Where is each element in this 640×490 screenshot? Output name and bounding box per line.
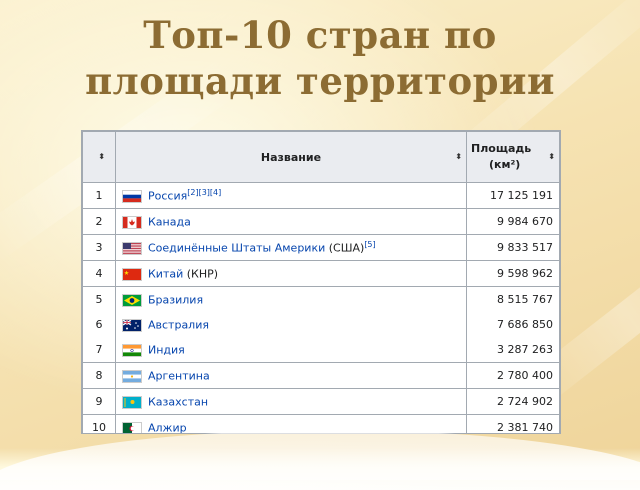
table-row: 7 Индия 3 287 263	[82, 337, 560, 363]
sort-icon[interactable]: ⬍	[548, 152, 555, 161]
name-cell: Индия	[115, 337, 467, 363]
table-row: 6 Австралия 7 686 850	[82, 312, 560, 337]
name-cell: Китай (КНР)	[115, 260, 467, 287]
argentina-flag-icon	[122, 369, 142, 383]
area-column-header[interactable]: Площадь (км²) ⬍	[466, 131, 560, 183]
rank-value: 6	[95, 318, 103, 331]
rank-value: 1	[95, 189, 103, 202]
name-header-label: Название	[260, 150, 322, 164]
country-link[interactable]: Аргентина	[148, 370, 210, 383]
area-cell: 2 381 740	[466, 414, 560, 434]
rank-value: 7	[95, 343, 103, 356]
china-flag-icon	[122, 267, 142, 281]
area-value: 2 381 740	[497, 421, 553, 434]
name-cell: Канада	[115, 208, 467, 235]
rank-value: 4	[95, 267, 103, 280]
name-cell: Аргентина	[115, 362, 467, 389]
rank-cell: 4	[82, 260, 116, 287]
rank-cell: 1	[82, 182, 116, 209]
area-value: 9 984 670	[497, 215, 553, 228]
rank-cell: 2	[82, 208, 116, 235]
slide-title-line-1: Топ-10 стран по	[143, 13, 497, 57]
australia-flag-icon	[122, 318, 142, 332]
area-cell: 7 686 850	[466, 312, 560, 337]
rank-value: 3	[95, 241, 103, 254]
reference-links[interactable]: [2][3][4]	[187, 188, 221, 197]
name-cell: Казахстан	[115, 388, 467, 415]
area-cell: 9 833 517	[466, 234, 560, 261]
rank-column-header[interactable]: ⬍	[82, 131, 116, 183]
india-flag-icon	[122, 343, 142, 357]
country-suffix: (КНР)	[183, 267, 219, 281]
countries-table: ⬍ Название ⬍ Площадь (км²) ⬍ 1 Россия[2][…	[81, 130, 561, 434]
reference-links[interactable]: [5]	[364, 240, 375, 249]
table-row: 2 Канада 9 984 670	[82, 208, 560, 235]
name-cell: Бразилия	[115, 286, 467, 312]
rank-value: 8	[95, 369, 103, 382]
name-cell: Соединённые Штаты Америки (США)[5]	[115, 234, 467, 261]
name-cell: Австралия	[115, 312, 467, 337]
kazakhstan-flag-icon	[122, 395, 142, 409]
russia-flag-icon	[122, 189, 142, 203]
slide-title: Топ-10 стран по площади территории	[0, 12, 640, 104]
area-value: 3 287 263	[497, 343, 553, 356]
table-row: 3 Соединённые Штаты Америки (США)[5] 9 833…	[82, 234, 560, 261]
area-value: 2 724 902	[497, 395, 553, 408]
name-cell: Россия[2][3][4]	[115, 182, 467, 209]
country-link[interactable]: Алжир	[148, 422, 187, 433]
rank-cell: 7	[82, 337, 116, 363]
country-link[interactable]: Китай	[148, 268, 183, 281]
rank-value: 9	[95, 395, 103, 408]
area-cell: 2 724 902	[466, 388, 560, 415]
table-row: 8 Аргентина 2 780 400	[82, 362, 560, 389]
area-cell: 9 598 962	[466, 260, 560, 287]
sort-icon[interactable]: ⬍	[455, 152, 462, 161]
area-header-label: Площадь	[471, 142, 532, 155]
rank-value: 2	[95, 215, 103, 228]
area-value: 9 833 517	[497, 241, 553, 254]
area-value: 9 598 962	[497, 267, 553, 280]
sort-icon[interactable]: ⬍	[98, 152, 105, 161]
table-row: 9 Казахстан 2 724 902	[82, 388, 560, 415]
rank-cell: 10	[82, 414, 116, 434]
country-link[interactable]: Россия	[148, 190, 187, 203]
rank-cell: 3	[82, 234, 116, 261]
area-cell: 2 780 400	[466, 362, 560, 389]
decorative-bottom-wave	[0, 430, 640, 490]
table-row: 4 Китай (КНР) 9 598 962	[82, 260, 560, 287]
country-link[interactable]: Соединённые Штаты Америки	[148, 242, 325, 255]
country-link[interactable]: Индия	[148, 344, 185, 357]
rank-cell: 5	[82, 286, 116, 312]
area-header-unit: (км²)	[489, 158, 521, 171]
area-value: 8 515 767	[497, 293, 553, 306]
table-body: 1 Россия[2][3][4] 17 125 191 2 Канада 9 984 6…	[82, 182, 560, 434]
slide-title-line-2: площади территории	[85, 59, 555, 103]
area-cell: 3 287 263	[466, 337, 560, 363]
country-link[interactable]: Канада	[148, 216, 191, 229]
area-cell: 9 984 670	[466, 208, 560, 235]
country-link[interactable]: Австралия	[148, 319, 209, 332]
country-link[interactable]: Казахстан	[148, 396, 208, 409]
brazil-flag-icon	[122, 293, 142, 307]
algeria-flag-icon	[122, 421, 142, 433]
usa-flag-icon	[122, 241, 142, 255]
area-cell: 17 125 191	[466, 182, 560, 209]
country-link[interactable]: Бразилия	[148, 294, 203, 307]
name-column-header[interactable]: Название ⬍	[115, 131, 467, 183]
canada-flag-icon	[122, 215, 142, 229]
table-header-row: ⬍ Название ⬍ Площадь (км²) ⬍	[82, 131, 560, 183]
area-value: 17 125 191	[490, 189, 553, 202]
area-cell: 8 515 767	[466, 286, 560, 312]
rank-value: 10	[92, 421, 106, 434]
rank-cell: 8	[82, 362, 116, 389]
area-value: 7 686 850	[497, 318, 553, 331]
table-row: 1 Россия[2][3][4] 17 125 191	[82, 182, 560, 209]
rank-cell: 9	[82, 388, 116, 415]
rank-cell: 6	[82, 312, 116, 337]
country-suffix: (США)	[325, 241, 365, 255]
table-row: 5 Бразилия 8 515 767	[82, 286, 560, 312]
area-value: 2 780 400	[497, 369, 553, 382]
rank-value: 5	[95, 293, 103, 306]
